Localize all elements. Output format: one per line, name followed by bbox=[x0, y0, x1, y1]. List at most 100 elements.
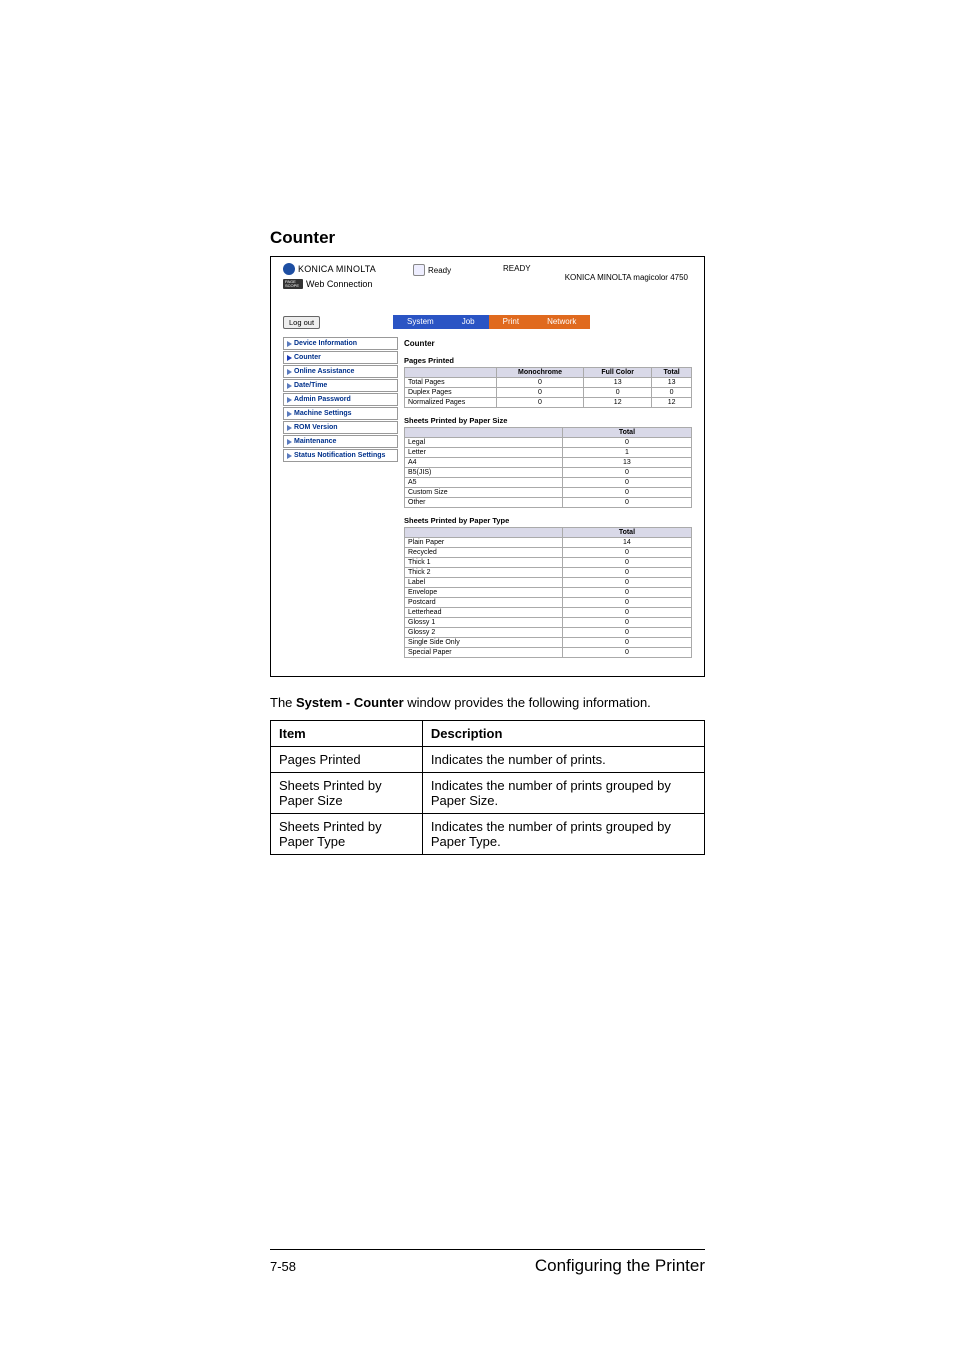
tab-bar: System Job Print Network bbox=[393, 315, 590, 329]
sidebar-item-admin-password[interactable]: Admin Password bbox=[283, 393, 398, 406]
sidebar-item-label: Machine Settings bbox=[294, 410, 352, 417]
ready-text: READY bbox=[503, 264, 531, 273]
cell-value: 0 bbox=[496, 398, 583, 408]
cell-value: 0 bbox=[496, 378, 583, 388]
table-row: Letter1 bbox=[405, 448, 692, 458]
table-row: A413 bbox=[405, 458, 692, 468]
sheets-by-type-heading: Sheets Printed by Paper Type bbox=[404, 516, 692, 525]
table-row: Recycled0 bbox=[405, 548, 692, 558]
sidebar-item-label: Device Information bbox=[294, 340, 357, 347]
sidebar-item-date-time[interactable]: Date/Time bbox=[283, 379, 398, 392]
sidebar-item-rom-version[interactable]: ROM Version bbox=[283, 421, 398, 434]
pages-printed-heading: Pages Printed bbox=[404, 356, 692, 365]
cell-label: A4 bbox=[405, 458, 563, 468]
table-row: Glossy 10 bbox=[405, 618, 692, 628]
triangle-icon bbox=[287, 453, 292, 459]
info-cell-item: Pages Printed bbox=[271, 747, 423, 773]
table-row: Custom Size0 bbox=[405, 488, 692, 498]
table-row: Other0 bbox=[405, 498, 692, 508]
sidebar-item-device-information[interactable]: Device Information bbox=[283, 337, 398, 350]
triangle-icon bbox=[287, 383, 292, 389]
model-text: KONICA MINOLTA magicolor 4750 bbox=[565, 273, 688, 282]
cell-value: 0 bbox=[562, 638, 691, 648]
cell-label: Normalized Pages bbox=[405, 398, 497, 408]
cell-value: 0 bbox=[562, 468, 691, 478]
content-column: Counter KONICA MINOLTA Web Connection Re… bbox=[270, 228, 705, 855]
web-connection-area: Web Connection bbox=[283, 279, 372, 289]
info-cell-item: Sheets Printed by Paper Size bbox=[271, 773, 423, 814]
table-row: Letterhead0 bbox=[405, 608, 692, 618]
sidebar-item-counter[interactable]: Counter bbox=[283, 351, 398, 364]
cell-value: 0 bbox=[562, 558, 691, 568]
info-header-item: Item bbox=[271, 721, 423, 747]
cell-label: Recycled bbox=[405, 548, 563, 558]
cell-value: 0 bbox=[562, 628, 691, 638]
table-row: Legal0 bbox=[405, 438, 692, 448]
status-indicator: Ready bbox=[413, 264, 451, 276]
sidebar-item-label: Maintenance bbox=[294, 438, 336, 445]
cell-value: 0 bbox=[562, 598, 691, 608]
cell-value: 0 bbox=[562, 548, 691, 558]
tab-job[interactable]: Job bbox=[448, 315, 489, 329]
sidebar-item-online-assistance[interactable]: Online Assistance bbox=[283, 365, 398, 378]
triangle-icon bbox=[287, 355, 292, 361]
sidebar-item-label: Online Assistance bbox=[294, 368, 354, 375]
footer-title: Configuring the Printer bbox=[535, 1256, 705, 1276]
cell-value: 0 bbox=[562, 568, 691, 578]
table-row: B5(JIS)0 bbox=[405, 468, 692, 478]
cell-value: 0 bbox=[562, 608, 691, 618]
triangle-icon bbox=[287, 425, 292, 431]
sidebar-item-status-notification-settings[interactable]: Status Notification Settings bbox=[283, 449, 398, 462]
sidebar-item-maintenance[interactable]: Maintenance bbox=[283, 435, 398, 448]
caption-bold: System - Counter bbox=[296, 695, 404, 710]
sidebar-item-machine-settings[interactable]: Machine Settings bbox=[283, 407, 398, 420]
cell-value: 0 bbox=[562, 588, 691, 598]
tab-network[interactable]: Network bbox=[533, 315, 590, 329]
cell-value: 0 bbox=[562, 618, 691, 628]
section-title: Counter bbox=[270, 228, 705, 248]
col-blank bbox=[405, 368, 497, 378]
cell-value: 0 bbox=[652, 388, 692, 398]
sidebar-item-label: Date/Time bbox=[294, 382, 327, 389]
cell-label: Special Paper bbox=[405, 648, 563, 658]
col-blank bbox=[405, 528, 563, 538]
cell-value: 14 bbox=[562, 538, 691, 548]
cell-label: A5 bbox=[405, 478, 563, 488]
table-row: Normalized Pages01212 bbox=[405, 398, 692, 408]
table-row: Thick 20 bbox=[405, 568, 692, 578]
sidebar: Device Information Counter Online Assist… bbox=[283, 337, 398, 666]
cell-value: 0 bbox=[562, 478, 691, 488]
cell-label: B5(JIS) bbox=[405, 468, 563, 478]
cell-label: Legal bbox=[405, 438, 563, 448]
cell-value: 0 bbox=[496, 388, 583, 398]
tab-print[interactable]: Print bbox=[489, 315, 533, 329]
cell-value: 0 bbox=[562, 648, 691, 658]
cell-label: Envelope bbox=[405, 588, 563, 598]
info-cell-desc: Indicates the number of prints grouped b… bbox=[422, 773, 704, 814]
cell-label: Letter bbox=[405, 448, 563, 458]
logout-button[interactable]: Log out bbox=[283, 316, 320, 329]
sheets-by-size-table: Total Legal0 Letter1 A413 B5(JIS)0 A50 C… bbox=[404, 427, 692, 508]
cell-label: Total Pages bbox=[405, 378, 497, 388]
info-cell-item: Sheets Printed by Paper Type bbox=[271, 814, 423, 855]
tab-system[interactable]: System bbox=[393, 315, 448, 329]
info-cell-desc: Indicates the number of prints grouped b… bbox=[422, 814, 704, 855]
table-row: Total Pages01313 bbox=[405, 378, 692, 388]
sheets-by-type-table: Total Plain Paper14 Recycled0 Thick 10 T… bbox=[404, 527, 692, 658]
col-full-color: Full Color bbox=[584, 368, 652, 378]
page-footer: 7-58 Configuring the Printer bbox=[270, 1249, 705, 1276]
caption-prefix: The bbox=[270, 695, 296, 710]
screenshot-body: Device Information Counter Online Assist… bbox=[283, 337, 692, 666]
caption-paragraph: The System - Counter window provides the… bbox=[270, 695, 705, 710]
brand-text: KONICA MINOLTA bbox=[298, 264, 376, 274]
info-table: Item Description Pages Printed Indicates… bbox=[270, 720, 705, 855]
table-row: Postcard0 bbox=[405, 598, 692, 608]
triangle-icon bbox=[287, 439, 292, 445]
footer-row: 7-58 Configuring the Printer bbox=[270, 1256, 705, 1276]
status-label: Ready bbox=[428, 266, 451, 275]
cell-value: 0 bbox=[584, 388, 652, 398]
cell-label: Label bbox=[405, 578, 563, 588]
table-row: A50 bbox=[405, 478, 692, 488]
table-row: Envelope0 bbox=[405, 588, 692, 598]
cell-label: Glossy 2 bbox=[405, 628, 563, 638]
